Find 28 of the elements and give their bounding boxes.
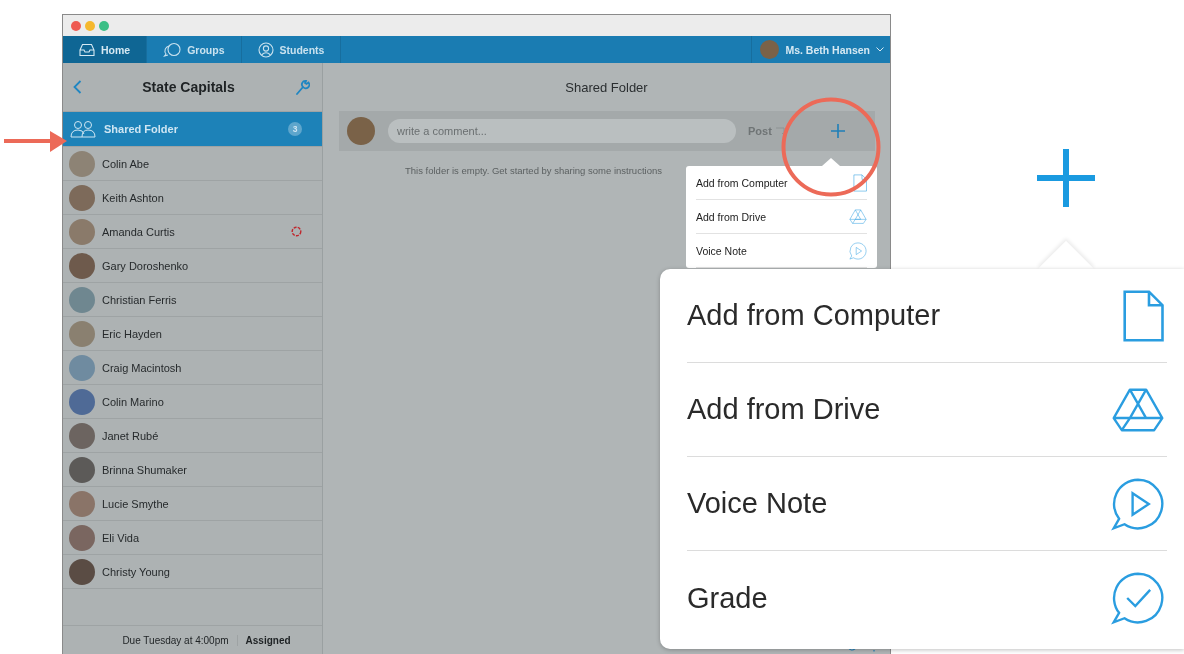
student-item[interactable]: Christy Young (63, 555, 322, 589)
menu-item[interactable]: Voice Note (696, 234, 867, 268)
menu-item[interactable]: Add from Drive (687, 363, 1167, 457)
status-label: Assigned (244, 634, 291, 646)
nav-tab[interactable]: Home (63, 36, 148, 63)
student-item[interactable]: Colin Marino (63, 385, 322, 419)
student-item[interactable]: Janet Rubé (63, 419, 322, 453)
menu-item[interactable]: Add from Drive (696, 200, 867, 234)
menu-item[interactable]: Add from Computer (696, 166, 867, 200)
menu-item[interactable]: Add from Computer (687, 269, 1167, 363)
student-item[interactable]: Lucie Smythe (63, 487, 322, 521)
student-item[interactable]: Colin Abe (63, 147, 322, 181)
comment-field[interactable]: write a comment... (388, 119, 736, 143)
empty-message: This folder is empty. Get started by sharing some instructions (404, 165, 663, 176)
student-item[interactable]: Brinna Shumaker (63, 453, 322, 487)
student-item[interactable]: Christian Ferris (63, 283, 322, 317)
due-date: Due Tuesday at 4:00pm (122, 634, 238, 646)
student-item[interactable]: Craig Macintosh (63, 351, 322, 385)
group-title: State Capitals (141, 79, 236, 95)
student-item[interactable]: Keith Ashton (63, 181, 322, 215)
count-badge: 3 (288, 122, 302, 136)
student-item[interactable]: Amanda Curtis (63, 215, 322, 249)
menu-item[interactable]: Voice Note (687, 457, 1167, 551)
student-item[interactable]: Gary Doroshenko (63, 249, 322, 283)
page-title: Shared Folder (564, 78, 649, 97)
menu-item[interactable]: Grade (687, 551, 1167, 645)
student-item[interactable]: Eli Vida (63, 521, 322, 555)
student-item[interactable]: Eric Hayden (63, 317, 322, 351)
